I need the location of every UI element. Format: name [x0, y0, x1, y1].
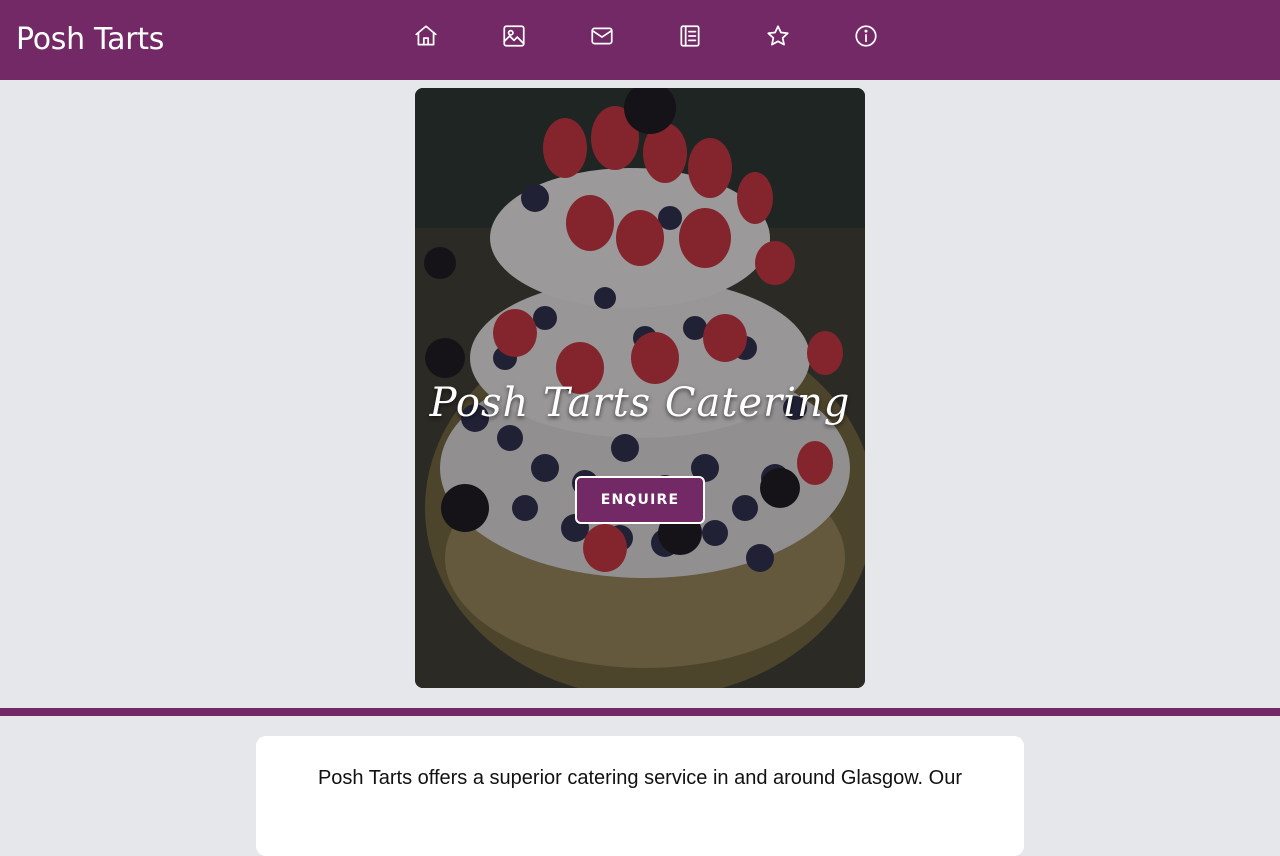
- image-icon: [503, 25, 525, 47]
- menu-book-icon: [680, 25, 700, 47]
- section-divider: [0, 708, 1280, 716]
- nav-about-button[interactable]: [850, 20, 882, 52]
- mail-icon: [591, 27, 613, 45]
- home-icon: [415, 25, 437, 46]
- enquire-button[interactable]: ENQUIRE: [575, 476, 705, 524]
- info-icon: [855, 25, 877, 47]
- star-icon: [767, 25, 789, 46]
- nav-home-button[interactable]: [410, 20, 442, 52]
- hero-banner: Posh Tarts Catering ENQUIRE: [415, 88, 865, 688]
- nav-gallery-button[interactable]: [498, 20, 530, 52]
- nav-contact-button[interactable]: [586, 20, 618, 52]
- top-navigation-bar: Posh Tarts: [0, 0, 1280, 80]
- hero-title: Posh Tarts Catering: [429, 380, 851, 426]
- site-brand[interactable]: Posh Tarts: [16, 22, 164, 58]
- nav-reviews-button[interactable]: [762, 20, 794, 52]
- about-card: Posh Tarts offers a superior catering se…: [256, 736, 1024, 856]
- nav-menu-button[interactable]: [674, 20, 706, 52]
- about-text: Posh Tarts offers a superior catering se…: [317, 767, 963, 789]
